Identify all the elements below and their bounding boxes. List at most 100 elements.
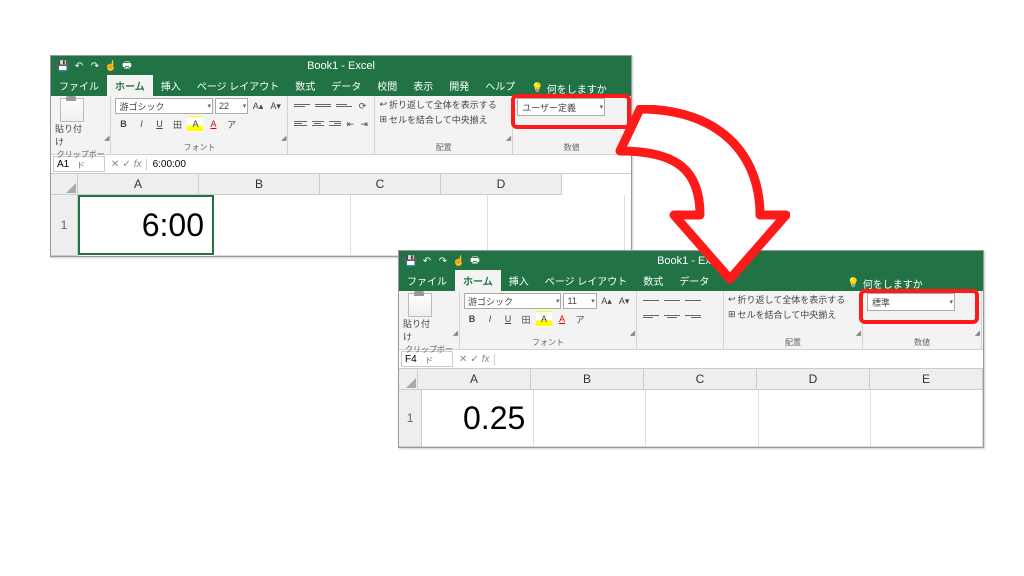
- paste-button[interactable]: 貼り付け: [55, 98, 89, 148]
- cell-b1[interactable]: [534, 390, 646, 447]
- col-head-a[interactable]: A: [418, 369, 531, 390]
- alignment-launcher-icon[interactable]: ◢: [506, 134, 511, 142]
- phonetic-button[interactable]: ア: [572, 311, 588, 327]
- tab-layout[interactable]: ページ レイアウト: [189, 75, 288, 96]
- align-middle-button[interactable]: [313, 98, 333, 112]
- number-launcher-icon[interactable]: ◢: [624, 134, 629, 142]
- font-size-combo[interactable]: 22▾: [215, 98, 248, 114]
- col-head-c[interactable]: C: [320, 174, 441, 195]
- wrap-text-button[interactable]: ↩折り返して全体を表示する: [728, 293, 858, 306]
- tab-insert[interactable]: 挿入: [153, 75, 189, 96]
- select-all-corner[interactable]: [51, 174, 78, 195]
- save-icon[interactable]: 💾: [57, 60, 69, 72]
- enter-icon[interactable]: ✓: [122, 159, 130, 170]
- cancel-icon[interactable]: ✕: [459, 354, 467, 365]
- bold-button[interactable]: B: [115, 116, 131, 132]
- tab-formulas[interactable]: 数式: [635, 270, 671, 291]
- wrap-text-button[interactable]: ↩折り返して全体を表示する: [379, 98, 508, 111]
- tab-dev[interactable]: 開発: [441, 75, 477, 96]
- col-head-d[interactable]: D: [441, 174, 562, 195]
- cell-d1[interactable]: [488, 195, 625, 256]
- number-launcher-icon[interactable]: ◢: [975, 329, 980, 337]
- number-format-combo[interactable]: ユーザー定義▾: [517, 98, 605, 116]
- merge-center-button[interactable]: ⊞セルを結合して中央揃え: [379, 113, 508, 126]
- indent-dec-button[interactable]: ⇤: [344, 116, 357, 132]
- tab-file[interactable]: ファイル: [51, 75, 107, 96]
- tab-data[interactable]: データ: [671, 270, 717, 291]
- col-head-b[interactable]: B: [199, 174, 320, 195]
- save-icon[interactable]: 💾: [405, 255, 417, 267]
- border-button[interactable]: 田: [518, 311, 534, 327]
- tab-review[interactable]: 校閲: [369, 75, 405, 96]
- fx-icon[interactable]: fx: [134, 159, 142, 170]
- font-launcher-icon[interactable]: ◢: [630, 329, 635, 337]
- align-center-button[interactable]: [310, 116, 326, 130]
- number-format-combo[interactable]: 標準▾: [867, 293, 955, 311]
- shrink-font-icon[interactable]: A▾: [268, 98, 284, 114]
- col-head-b[interactable]: B: [531, 369, 644, 390]
- font-launcher-icon[interactable]: ◢: [281, 134, 286, 142]
- tab-formulas[interactable]: 数式: [287, 75, 323, 96]
- font-size-combo[interactable]: 11▾: [563, 293, 596, 309]
- align-right-button[interactable]: [683, 309, 703, 323]
- tab-file[interactable]: ファイル: [399, 270, 455, 291]
- redo-icon[interactable]: ↷: [437, 255, 449, 267]
- tab-home[interactable]: ホーム: [455, 270, 501, 291]
- fx-icon[interactable]: fx: [482, 354, 490, 365]
- enter-icon[interactable]: ✓: [470, 354, 478, 365]
- formula-input[interactable]: 6:00:00: [147, 159, 631, 170]
- redo-icon[interactable]: ↷: [89, 60, 101, 72]
- cell-a1[interactable]: 6:00: [78, 195, 214, 255]
- tab-view[interactable]: 表示: [405, 75, 441, 96]
- fill-color-button[interactable]: A: [536, 311, 552, 327]
- clipboard-launcher-icon[interactable]: ◢: [453, 329, 458, 337]
- row-head-1[interactable]: 1: [399, 390, 422, 447]
- print-icon[interactable]: 🖶: [469, 255, 481, 267]
- print-icon[interactable]: 🖶: [121, 60, 133, 72]
- align-center-button[interactable]: [662, 309, 682, 323]
- tab-data[interactable]: データ: [323, 75, 369, 96]
- border-button[interactable]: 田: [169, 116, 185, 132]
- font-color-button[interactable]: A: [205, 116, 221, 132]
- italic-button[interactable]: I: [133, 116, 149, 132]
- row-head-1[interactable]: 1: [51, 195, 78, 256]
- col-head-d[interactable]: D: [757, 369, 870, 390]
- merge-center-button[interactable]: ⊞セルを結合して中央揃え: [728, 308, 858, 321]
- font-name-combo[interactable]: 游ゴシック▾: [115, 98, 212, 114]
- clipboard-launcher-icon[interactable]: ◢: [104, 134, 109, 142]
- cell-c1[interactable]: [351, 195, 488, 256]
- tell-me[interactable]: 💡何をしますか: [847, 276, 922, 291]
- select-all-corner[interactable]: [399, 369, 418, 390]
- undo-icon[interactable]: ↶: [73, 60, 85, 72]
- italic-button[interactable]: I: [482, 311, 498, 327]
- font-color-button[interactable]: A: [554, 311, 570, 327]
- touch-icon[interactable]: ☝: [105, 60, 117, 72]
- cell-a1[interactable]: 0.25: [422, 390, 534, 447]
- col-head-c[interactable]: C: [644, 369, 757, 390]
- tab-home[interactable]: ホーム: [107, 75, 153, 96]
- tab-layout[interactable]: ページ レイアウト: [537, 270, 636, 291]
- bold-button[interactable]: B: [464, 311, 480, 327]
- align-middle-button[interactable]: [662, 293, 682, 307]
- undo-icon[interactable]: ↶: [421, 255, 433, 267]
- orientation-button[interactable]: ⟳: [355, 98, 371, 114]
- cell-c1[interactable]: [646, 390, 758, 447]
- align-left-button[interactable]: [641, 309, 661, 323]
- indent-inc-button[interactable]: ⇥: [358, 116, 371, 132]
- fill-color-button[interactable]: A: [187, 116, 203, 132]
- phonetic-button[interactable]: ア: [223, 116, 239, 132]
- underline-button[interactable]: U: [500, 311, 516, 327]
- cell-e1[interactable]: [871, 390, 983, 447]
- tab-help[interactable]: ヘルプ: [477, 75, 523, 96]
- grow-font-icon[interactable]: A▴: [599, 293, 615, 309]
- tab-insert[interactable]: 挿入: [501, 270, 537, 291]
- align-bottom-button[interactable]: [334, 98, 354, 112]
- cancel-icon[interactable]: ✕: [111, 159, 119, 170]
- alignment-launcher-icon[interactable]: ◢: [856, 329, 861, 337]
- paste-button[interactable]: 貼り付け: [403, 293, 437, 343]
- tell-me[interactable]: 💡何をしますか: [531, 81, 606, 96]
- align-top-button[interactable]: [641, 293, 661, 307]
- grow-font-icon[interactable]: A▴: [250, 98, 266, 114]
- align-top-button[interactable]: [292, 98, 312, 112]
- shrink-font-icon[interactable]: A▾: [616, 293, 632, 309]
